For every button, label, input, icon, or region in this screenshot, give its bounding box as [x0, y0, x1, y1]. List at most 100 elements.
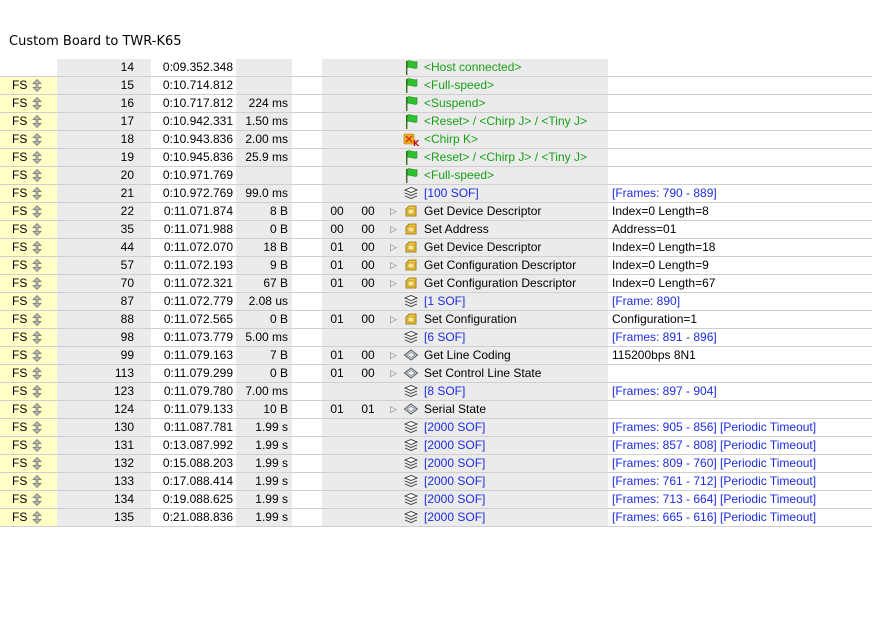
- duration-cell: 7.00 ms: [236, 383, 292, 400]
- class-request-icon: [403, 366, 419, 381]
- index-cell: 124: [57, 401, 151, 418]
- endpoint-cell: [352, 185, 384, 202]
- table-row[interactable]: FS 16 0:10.717.812 224 ms <Suspend>: [0, 95, 872, 113]
- flag-icon: [403, 114, 419, 129]
- speed-label: FS: [12, 420, 28, 434]
- duration-value: 0 B: [269, 222, 288, 236]
- duration-cell: [236, 167, 292, 184]
- time-cell: 0:10.714.812: [151, 77, 236, 94]
- table-row[interactable]: FS 35 0:11.071.988 0 B 00 00 ▷ Set Addre…: [0, 221, 872, 239]
- time-cell: 0:11.073.779: [151, 329, 236, 346]
- record-text: <Reset> / <Chirp J> / <Tiny J>: [424, 114, 587, 128]
- expand-arrow-icon[interactable]: ▷: [390, 275, 397, 292]
- table-row[interactable]: FS 133 0:17.088.414 1.99 s [2000 SOF] [F…: [0, 473, 872, 491]
- duration-value: 8 B: [269, 204, 288, 218]
- table-row[interactable]: FS 18 0:10.943.836 2.00 ms K <Chirp K>: [0, 131, 872, 149]
- table-row[interactable]: FS 22 0:11.071.874 8 B 00 00 ▷ Get Devic…: [0, 203, 872, 221]
- table-row[interactable]: FS 130 0:11.087.781 1.99 s [2000 SOF] [F…: [0, 419, 872, 437]
- device-address-cell: [322, 491, 352, 508]
- table-row[interactable]: FS 124 0:11.079.133 10 B 01 01 ▷ Serial …: [0, 401, 872, 419]
- time-cell: 0:11.072.193: [151, 257, 236, 274]
- expand-arrow-icon[interactable]: ▷: [390, 203, 397, 220]
- time-cell: 0:11.072.779: [151, 293, 236, 310]
- time-value: 0:11.072.779: [163, 294, 233, 308]
- table-row[interactable]: FS 135 0:21.088.836 1.99 s [2000 SOF] [F…: [0, 509, 872, 527]
- record-text: Set Address: [424, 222, 489, 236]
- table-row[interactable]: FS 123 0:11.079.780 7.00 ms [8 SOF] [Fra…: [0, 383, 872, 401]
- device-address-cell: 00: [322, 203, 352, 220]
- index-value: 57: [120, 258, 134, 272]
- table-row[interactable]: FS 88 0:11.072.565 0 B 01 00 ▷ Set Confi…: [0, 311, 872, 329]
- table-row[interactable]: FS 20 0:10.971.769 <Full-speed>: [0, 167, 872, 185]
- table-row[interactable]: FS 57 0:11.072.193 9 B 01 00 ▷ Get Confi…: [0, 257, 872, 275]
- speed-label: FS: [12, 510, 28, 524]
- table-row[interactable]: FS 21 0:10.972.769 99.0 ms [100 SOF] [Fr…: [0, 185, 872, 203]
- direction-arrows-icon: [32, 439, 42, 452]
- summary-text: [Frame: 890]: [612, 294, 681, 308]
- control-transfer-icon: [403, 240, 419, 255]
- expand-arrow-icon[interactable]: ▷: [390, 347, 397, 364]
- index-value: 87: [120, 294, 134, 308]
- expand-arrow-icon[interactable]: ▷: [390, 401, 397, 418]
- direction-arrows-icon: [32, 97, 42, 110]
- time-value: 0:10.972.769: [162, 186, 233, 200]
- endpoint-cell: [352, 77, 384, 94]
- table-row[interactable]: FS 132 0:15.088.203 1.99 s [2000 SOF] [F…: [0, 455, 872, 473]
- expand-arrow-icon[interactable]: ▷: [390, 311, 397, 328]
- endpoint-cell: [352, 167, 384, 184]
- direction-arrows-icon: [32, 349, 42, 362]
- record-text: <Host connected>: [424, 60, 522, 74]
- expand-arrow-icon[interactable]: ▷: [390, 221, 397, 238]
- table-row[interactable]: FS 99 0:11.079.163 7 B 01 00 ▷ Get Line …: [0, 347, 872, 365]
- table-row[interactable]: FS 15 0:10.714.812 <Full-speed>: [0, 77, 872, 95]
- endpoint-cell: 00: [352, 275, 384, 292]
- expand-arrow-icon[interactable]: ▷: [390, 239, 397, 256]
- duration-value: 1.99 s: [255, 510, 288, 524]
- table-row[interactable]: FS 98 0:11.073.779 5.00 ms [6 SOF] [Fram…: [0, 329, 872, 347]
- table-row[interactable]: FS 17 0:10.942.331 1.50 ms <Reset> / <Ch…: [0, 113, 872, 131]
- table-row[interactable]: FS 44 0:11.072.070 18 B 01 00 ▷ Get Devi…: [0, 239, 872, 257]
- summary-cell: [608, 113, 872, 130]
- time-cell: 0:09.352.348: [151, 59, 236, 76]
- speed-label: FS: [12, 366, 28, 380]
- class-request-icon: [403, 402, 419, 417]
- record-cell: ▷ Get Line Coding: [384, 347, 608, 364]
- direction-arrows-icon: [32, 115, 42, 128]
- table-row[interactable]: FS 87 0:11.072.779 2.08 us [1 SOF] [Fram…: [0, 293, 872, 311]
- index-value: 21: [120, 186, 134, 200]
- record-text: [1 SOF]: [424, 294, 466, 308]
- summary-text: Configuration=1: [612, 312, 698, 326]
- direction-arrows-icon: [32, 457, 42, 470]
- duration-cell: 2.00 ms: [236, 131, 292, 148]
- record-text: [6 SOF]: [424, 330, 466, 344]
- sof-stack-icon: [403, 420, 419, 435]
- endpoint-cell: [352, 473, 384, 490]
- device-address-cell: [322, 293, 352, 310]
- table-row[interactable]: 14 0:09.352.348 <Host connected>: [0, 59, 872, 77]
- record-text: [2000 SOF]: [424, 456, 486, 470]
- device-address-cell: [322, 185, 352, 202]
- endpoint-cell: 00: [352, 203, 384, 220]
- summary-cell: [Frames: 891 - 896]: [608, 329, 872, 346]
- device-address-cell: [322, 329, 352, 346]
- device-address-cell: 01: [322, 347, 352, 364]
- record-text: [2000 SOF]: [424, 438, 486, 452]
- duration-cell: 0 B: [236, 221, 292, 238]
- time-cell: 0:17.088.414: [151, 473, 236, 490]
- expand-arrow-icon[interactable]: ▷: [390, 365, 397, 382]
- record-cell: ▷ Set Configuration: [384, 311, 608, 328]
- duration-value: 1.99 s: [255, 438, 288, 452]
- table-row[interactable]: FS 19 0:10.945.836 25.9 ms <Reset> / <Ch…: [0, 149, 872, 167]
- table-row[interactable]: FS 131 0:13.087.992 1.99 s [2000 SOF] [F…: [0, 437, 872, 455]
- table-row[interactable]: FS 113 0:11.079.299 0 B 01 00 ▷ Set Cont…: [0, 365, 872, 383]
- speed-cell: FS: [0, 239, 57, 256]
- index-value: 130: [113, 420, 134, 434]
- table-row[interactable]: FS 134 0:19.088.625 1.99 s [2000 SOF] [F…: [0, 491, 872, 509]
- direction-arrows-icon: [32, 295, 42, 308]
- time-value: 0:11.072.321: [163, 276, 233, 290]
- expand-arrow-icon[interactable]: ▷: [390, 257, 397, 274]
- table-row[interactable]: FS 70 0:11.072.321 67 B 01 00 ▷ Get Conf…: [0, 275, 872, 293]
- time-cell: 0:11.071.988: [151, 221, 236, 238]
- duration-cell: [236, 77, 292, 94]
- endpoint-cell: [352, 419, 384, 436]
